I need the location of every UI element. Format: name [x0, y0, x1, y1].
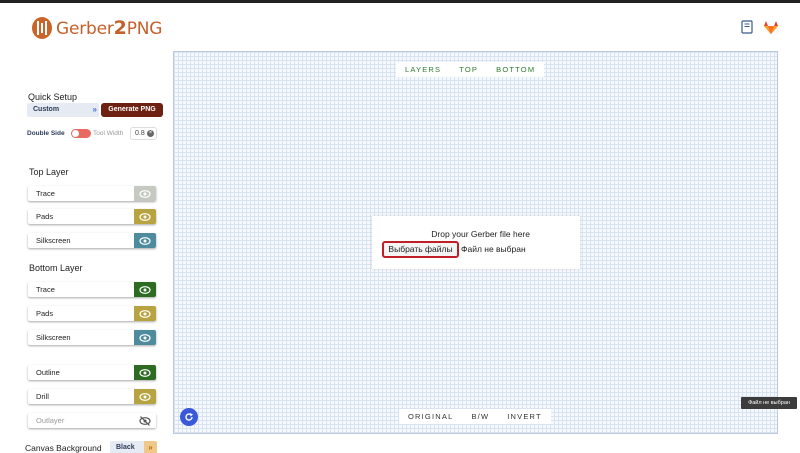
file-tooltip: Файл не выбран: [741, 397, 797, 409]
canvas-background-value: Black: [116, 444, 135, 451]
clear-icon[interactable]: ×: [147, 130, 154, 137]
tab-top[interactable]: TOP: [450, 62, 487, 77]
refresh-icon: [185, 413, 193, 421]
refresh-button[interactable]: [180, 408, 198, 426]
logo-text: Gerber2PNG: [56, 17, 163, 39]
layer-label: Outlayer: [36, 416, 65, 425]
layer-label: Pads: [36, 212, 54, 221]
layer-label: Pads: [36, 309, 54, 318]
book-icon[interactable]: [741, 20, 753, 39]
preset-select[interactable]: Custom »: [27, 103, 99, 117]
tab-bw[interactable]: B/W: [462, 409, 498, 424]
eye-icon[interactable]: [134, 209, 156, 224]
layer-row-outlayer[interactable]: Outlayer: [28, 413, 156, 428]
eye-icon[interactable]: [134, 282, 156, 297]
chevron-down-icon: »: [144, 441, 157, 453]
bottom-layer-title: Bottom Layer: [29, 263, 83, 273]
preset-select-value: Custom: [33, 106, 60, 113]
double-side-toggle[interactable]: [71, 129, 91, 138]
tab-layers[interactable]: LAYERS: [396, 62, 450, 77]
layer-row-top-silkscreen[interactable]: Silkscreen: [28, 233, 156, 248]
tab-bottom[interactable]: BOTTOM: [487, 62, 544, 77]
logo-icon: [32, 17, 52, 39]
double-side-label: Double Side: [27, 130, 65, 137]
eye-icon[interactable]: [134, 365, 156, 380]
layer-row-drill[interactable]: Drill: [28, 389, 156, 404]
gerber-canvas[interactable]: LAYERS TOP BOTTOM Drop your Gerber file …: [173, 51, 778, 434]
file-drop-zone[interactable]: Drop your Gerber file here Выбрать файлы…: [372, 216, 580, 269]
canvas-background-label: Canvas Background: [25, 443, 102, 453]
gitlab-icon[interactable]: [764, 21, 778, 39]
canvas-background-select[interactable]: Black »: [110, 441, 157, 453]
layer-row-outline[interactable]: Outline: [28, 365, 156, 380]
top-layer-title: Top Layer: [29, 167, 69, 177]
chevron-down-icon: »: [92, 105, 97, 114]
layer-row-bottom-pads[interactable]: Pads: [28, 306, 156, 321]
drop-hint: Drop your Gerber file here: [431, 229, 530, 239]
file-status: Файл не выбран: [461, 244, 526, 254]
eye-icon[interactable]: [134, 330, 156, 345]
layer-label: Trace: [36, 285, 55, 294]
tool-width-label: Tool Width: [93, 130, 124, 137]
layer-row-bottom-trace[interactable]: Trace: [28, 282, 156, 297]
layer-label: Trace: [36, 189, 55, 198]
layer-row-bottom-silkscreen[interactable]: Silkscreen: [28, 330, 156, 345]
app-logo[interactable]: Gerber2PNG: [32, 17, 162, 39]
layer-row-top-trace[interactable]: Trace: [28, 186, 156, 201]
eye-icon[interactable]: [134, 233, 156, 248]
layer-row-top-pads[interactable]: Pads: [28, 209, 156, 224]
eye-icon[interactable]: [134, 389, 156, 404]
tool-width-value: 0.8: [135, 130, 145, 137]
layer-label: Silkscreen: [36, 236, 71, 245]
layer-label: Outline: [36, 368, 60, 377]
layer-label: Silkscreen: [36, 333, 71, 342]
layer-label: Drill: [36, 392, 49, 401]
tool-width-input[interactable]: 0.8 ×: [130, 127, 157, 140]
tab-invert[interactable]: INVERT: [498, 409, 551, 424]
tab-original[interactable]: ORIGINAL: [399, 409, 462, 424]
view-tabs: LAYERS TOP BOTTOM: [396, 62, 545, 77]
window-top-border: [0, 0, 800, 3]
eye-icon[interactable]: [134, 186, 156, 201]
eye-icon[interactable]: [134, 306, 156, 321]
generate-png-button[interactable]: Generate PNG: [101, 103, 163, 117]
quick-setup-title: Quick Setup: [28, 92, 78, 102]
choose-files-button[interactable]: Выбрать файлы: [382, 241, 459, 258]
eye-off-icon[interactable]: [134, 413, 156, 428]
render-mode-tabs: ORIGINAL B/W INVERT: [399, 409, 551, 424]
